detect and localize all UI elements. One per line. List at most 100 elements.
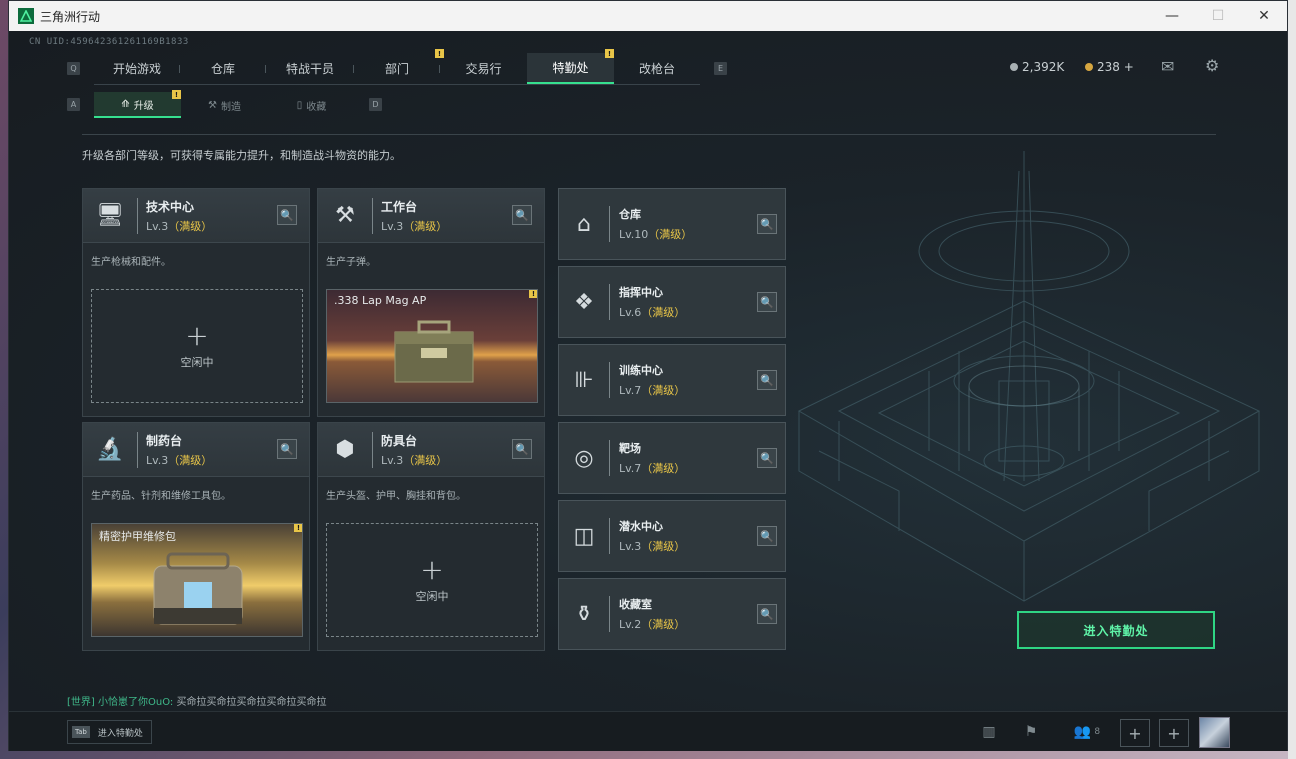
station-header: ⬢ 防具台 Lv.3（满级） 🔍 (318, 423, 544, 477)
facility-command-center[interactable]: ❖ 指挥中心 Lv.6（满级） 🔍 (558, 266, 786, 338)
facility-training-center[interactable]: ⊪ 训练中心 Lv.7（满级） 🔍 (558, 344, 786, 416)
max-level-tag: （满级） (648, 228, 693, 241)
idle-slot[interactable]: + 空闲中 (91, 289, 303, 403)
facility-level: Lv.6（满级） (619, 304, 685, 320)
tech-center-icon: 🖥 (96, 203, 124, 228)
tab-trade-market[interactable]: 交易行 (440, 53, 527, 84)
subtab-collection[interactable]: ▯ 收藏 (268, 92, 355, 118)
search-icon[interactable]: 🔍 (512, 439, 532, 459)
level-value: Lv.3 (381, 219, 404, 233)
chat-text: 买命拉买命拉买命拉买命拉买命拉 (176, 697, 327, 708)
key-hint-e: E (714, 62, 727, 75)
friends-icon: 👥 (1073, 724, 1092, 740)
enter-special-ops-button[interactable]: 进入特勤处 (1017, 611, 1215, 649)
command-center-icon: ❖ (574, 289, 594, 315)
gold-currency[interactable]: 238 + (1085, 60, 1134, 74)
station-description: 生产头盔、护甲、胸挂和背包。 (326, 491, 466, 502)
idle-label: 空闲中 (180, 356, 214, 369)
plus-icon: + (420, 553, 444, 586)
tab-start-game[interactable]: 开始游戏 (94, 53, 180, 84)
add-squad-slot-button[interactable]: + (1159, 719, 1189, 747)
station-card-pharmacy[interactable]: 🔬 制药台 Lv.3（满级） 🔍 生产药品、针剂和维修工具包。 精密护甲维修包 … (82, 422, 310, 651)
search-icon[interactable]: 🔍 (757, 448, 777, 468)
level-value: Lv.6 (619, 306, 642, 319)
facility-level: Lv.2（满级） (619, 616, 685, 632)
tab-shortcut-hint[interactable]: Tab 进入特勤处 (67, 720, 152, 744)
maximize-button[interactable]: ☐ (1195, 1, 1241, 31)
gear-icon[interactable]: ⚙ (1205, 56, 1219, 75)
station-card-workbench[interactable]: ⚒ 工作台 Lv.3（满级） 🔍 生产子弹。 .338 Lap Mag AP ! (317, 188, 545, 417)
friends-button[interactable]: 👥 8 (1067, 720, 1107, 744)
max-level-tag: （满级） (403, 453, 448, 467)
max-level-tag: （满级） (168, 219, 213, 233)
pharmacy-icon: 🔬 (96, 437, 124, 462)
level-value: Lv.7 (619, 384, 642, 397)
facility-level: Lv.3（满级） (619, 538, 685, 554)
tab-label: 特勤处 (552, 61, 589, 75)
ammo-box-image (394, 320, 474, 383)
facility-level: Lv.10（满级） (619, 226, 692, 242)
tab-label: 改枪台 (638, 62, 675, 76)
search-icon[interactable]: 🔍 (757, 604, 777, 624)
armor-bench-icon: ⬢ (335, 437, 355, 462)
collection-room-icon: ⚱ (574, 601, 594, 627)
station-card-armor-bench[interactable]: ⬢ 防具台 Lv.3（满级） 🔍 生产头盔、护甲、胸挂和背包。 + 空闲中 (317, 422, 545, 651)
key-hint-d: D (369, 98, 382, 111)
tab-operators[interactable]: 特战干员 (266, 53, 354, 84)
diving-center-icon: ◫ (573, 523, 595, 549)
collection-icon: ▯ (296, 99, 303, 111)
facility-collection-room[interactable]: ⚱ 收藏室 Lv.2（满级） 🔍 (558, 578, 786, 650)
add-squad-slot-button[interactable]: + (1120, 719, 1150, 747)
notification-badge: ! (172, 90, 181, 99)
production-item[interactable]: 精密护甲维修包 ! (91, 523, 303, 637)
station-name: 技术中心 (146, 199, 195, 214)
tab-warehouse[interactable]: 仓库 (180, 53, 266, 84)
station-header: ⚒ 工作台 Lv.3（满级） 🔍 (318, 189, 544, 243)
search-icon[interactable]: 🔍 (757, 370, 777, 390)
world-chat-message[interactable]: [世界] 小恰崽了你OuO: 买命拉买命拉买命拉买命拉买命拉 (67, 693, 326, 708)
silver-amount: 2,392K (1022, 60, 1065, 74)
level-value: Lv.2 (619, 618, 642, 631)
mail-icon[interactable]: ✉ (1161, 57, 1174, 76)
tab-special-ops[interactable]: 特勤处 ! (527, 49, 614, 84)
facility-shooting-range[interactable]: ◎ 靶场 Lv.7（满级） 🔍 (558, 422, 786, 494)
workbench-icon: ⚒ (335, 203, 355, 228)
main-nav: 开始游戏 仓库 特战干员 部门 ! 交易行 特勤处 ! 改枪台 (94, 49, 700, 85)
search-icon[interactable]: 🔍 (277, 439, 297, 459)
station-card-tech-center[interactable]: 🖥 技术中心 Lv.3（满级） 🔍 生产枪械和配件。 + 空闲中 (82, 188, 310, 417)
max-level-tag: （满级） (641, 384, 686, 397)
search-icon[interactable]: 🔍 (757, 214, 777, 234)
max-level-tag: （满级） (641, 618, 686, 631)
tab-gunsmith[interactable]: 改枪台 (614, 53, 700, 84)
search-icon[interactable]: 🔍 (757, 526, 777, 546)
silver-currency: 2,392K (1010, 60, 1064, 74)
station-description: 生产子弹。 (326, 257, 376, 268)
subtab-craft[interactable]: ⚒ 制造 (181, 92, 268, 118)
search-icon[interactable]: 🔍 (757, 292, 777, 312)
close-button[interactable]: ✕ (1241, 1, 1287, 31)
avatar[interactable] (1199, 717, 1230, 748)
flag-icon[interactable]: ⚑ (1019, 720, 1043, 744)
chat-user: 小恰崽了你OuO: (98, 697, 174, 708)
background-window-edge (1288, 0, 1296, 759)
station-description: 生产枪械和配件。 (91, 257, 171, 268)
game-viewport: CN UID:459642361261169B1833 Q 开始游戏 仓库 特战… (9, 31, 1287, 751)
subtab-upgrade[interactable]: ⟰ 升级 ! (94, 90, 181, 118)
station-name: 防具台 (381, 433, 418, 448)
facility-warehouse[interactable]: ⌂ 仓库 Lv.10（满级） 🔍 (558, 188, 786, 260)
idle-slot[interactable]: + 空闲中 (326, 523, 538, 637)
search-icon[interactable]: 🔍 (512, 205, 532, 225)
production-item[interactable]: .338 Lap Mag AP ! (326, 289, 538, 403)
search-icon[interactable]: 🔍 (277, 205, 297, 225)
key-hint-a: A (67, 98, 80, 111)
notification-badge: ! (294, 524, 302, 532)
tab-department[interactable]: 部门 ! (354, 49, 444, 84)
stats-icon[interactable]: ▥ (977, 720, 1001, 744)
product-name: .338 Lap Mag AP (334, 294, 427, 307)
facility-name: 靶场 (619, 442, 641, 455)
minimize-button[interactable]: — (1149, 1, 1195, 31)
facility-diving-center[interactable]: ◫ 潜水中心 Lv.3（满级） 🔍 (558, 500, 786, 572)
tab-label: 特战干员 (285, 62, 334, 76)
repair-kit-image (153, 552, 243, 625)
station-description: 生产药品、针剂和维修工具包。 (91, 491, 231, 502)
